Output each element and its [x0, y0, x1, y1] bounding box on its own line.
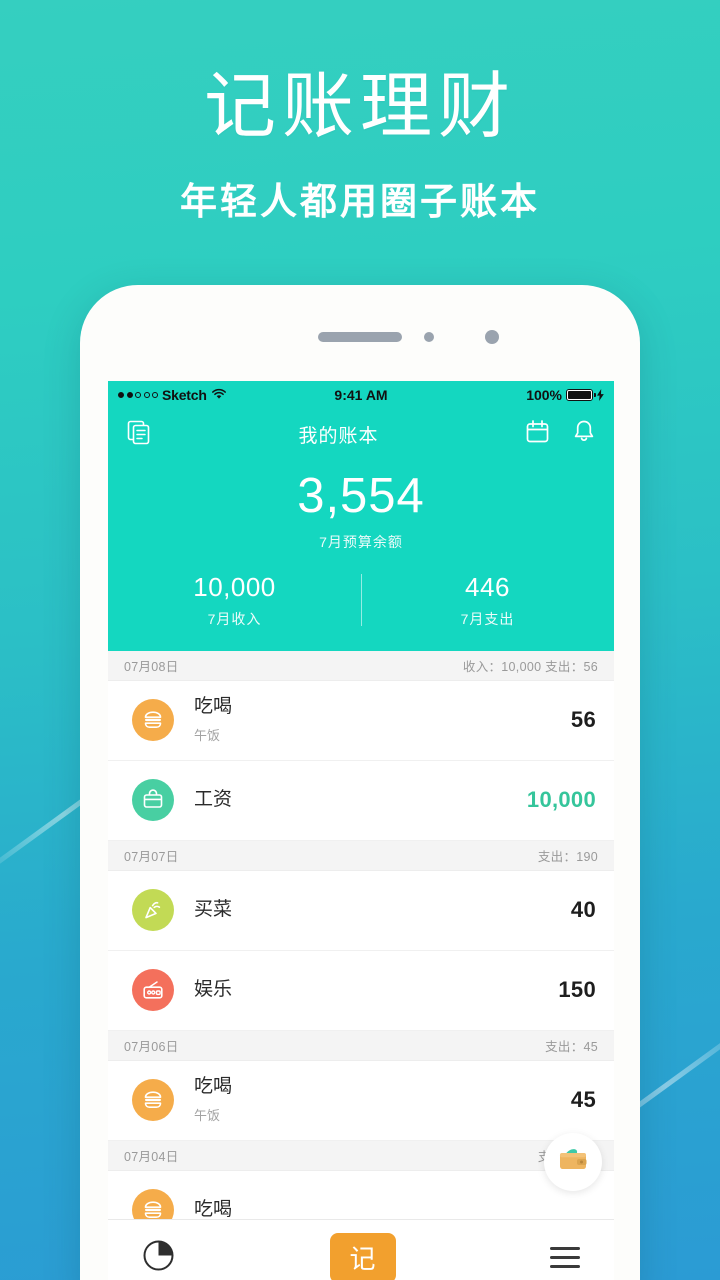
day-date-label: 07月08日 — [124, 659, 179, 674]
bell-icon[interactable] — [572, 419, 596, 449]
income-expense-row: 10,000 7月收入 446 7月支出 — [108, 572, 614, 629]
transaction-list[interactable]: 07月08日 收入：10,000 支出：56 吃喝 午饭 56 工资 10,000 07月07… — [108, 650, 614, 1251]
day-date-label: 07月07日 — [124, 849, 179, 864]
burger-icon — [132, 699, 174, 742]
transaction-row[interactable]: 吃喝 午饭 45 — [108, 1060, 614, 1141]
signal-strength-icon — [118, 391, 158, 398]
day-date-label: 07月04日 — [124, 1149, 179, 1164]
wifi-icon — [211, 387, 227, 403]
transaction-text: 工资 — [174, 789, 527, 812]
transaction-amount: 10,000 — [526, 787, 596, 813]
transaction-amount: 150 — [558, 977, 596, 1003]
transaction-category: 买菜 — [194, 898, 233, 920]
bottom-tab-bar: 记 — [108, 1219, 614, 1280]
transaction-row[interactable]: 吃喝 午饭 56 — [108, 680, 614, 761]
carrier-label: Sketch — [162, 386, 207, 403]
wallet-fab-button[interactable] — [544, 1133, 602, 1191]
day-date-label: 07月06日 — [124, 1039, 179, 1054]
transaction-amount: 45 — [570, 1087, 596, 1113]
transaction-text: 吃喝 午饭 — [174, 696, 571, 744]
transaction-amount: 56 — [570, 707, 596, 733]
calendar-icon[interactable] — [525, 419, 550, 449]
phone-mockup: Sketch 9:41 AM 100% 我的账本 3,554 7月预算余额 10… — [80, 285, 640, 1280]
transaction-note: 午饭 — [194, 728, 221, 744]
transaction-row[interactable]: 娱乐 150 — [108, 950, 614, 1031]
earpiece-speaker — [318, 332, 402, 342]
battery-icon — [566, 388, 596, 401]
status-bar: Sketch 9:41 AM 100% — [108, 381, 614, 408]
record-button-label: 记 — [349, 1244, 376, 1274]
status-bar-right: 100% — [388, 387, 604, 403]
app-nav-bar: 我的账本 — [108, 408, 614, 460]
day-group-header: 07月04日支出：150 — [108, 1140, 614, 1171]
transaction-row[interactable]: 工资 10,000 — [108, 760, 614, 841]
budget-summary-panel: 3,554 7月预算余额 10,000 7月收入 446 7月支出 — [108, 460, 614, 651]
transaction-note: 午饭 — [194, 1108, 221, 1124]
day-totals-label: 收入：10,000 支出：56 — [462, 659, 598, 674]
phone-top-bezel — [80, 285, 640, 381]
income-label: 7月收入 — [207, 610, 262, 627]
transaction-category: 工资 — [194, 788, 233, 810]
hamburger-menu-icon[interactable] — [550, 1247, 580, 1268]
page-title: 我的账本 — [298, 425, 379, 447]
proximity-sensor-icon — [485, 330, 499, 344]
expense-label: 7月支出 — [460, 610, 515, 627]
balance-label: 7月预算余额 — [319, 533, 403, 550]
battery-percent-label: 100% — [526, 386, 563, 403]
transaction-text: 吃喝 午饭 — [174, 1076, 571, 1124]
charging-bolt-icon — [597, 388, 604, 401]
pie-chart-icon[interactable] — [142, 1239, 175, 1277]
status-bar-clock: 9:41 AM — [334, 386, 388, 403]
front-camera-icon — [424, 332, 434, 342]
income-value: 10,000 — [193, 571, 276, 602]
add-record-button[interactable]: 记 — [329, 1232, 396, 1280]
transaction-row[interactable]: 买菜 40 — [108, 870, 614, 951]
promo-subheadline: 年轻人都用圈子账本 — [180, 180, 540, 222]
expense-value: 446 — [465, 571, 510, 602]
wallet-icon — [556, 1145, 590, 1180]
salary-icon — [132, 779, 174, 822]
status-bar-left: Sketch — [118, 387, 334, 403]
transaction-text: 买菜 — [174, 899, 571, 922]
balance-amount: 3,554 — [297, 469, 425, 523]
transaction-text: 娱乐 — [174, 979, 558, 1002]
phone-screen: Sketch 9:41 AM 100% 我的账本 3,554 7月预算余额 10… — [108, 381, 614, 1280]
ledger-icon[interactable] — [126, 419, 152, 450]
day-group-header: 07月08日 收入：10,000 支出：56 — [108, 650, 614, 681]
burger-icon — [132, 1079, 174, 1122]
income-summary[interactable]: 10,000 7月收入 — [108, 572, 361, 629]
day-totals-label: 支出：190 — [537, 849, 598, 864]
transaction-category: 吃喝 — [194, 696, 233, 718]
promo-text-block: 记账理财 年轻人都用圈子账本 — [0, 66, 720, 225]
promo-screenshot: 记账理财 年轻人都用圈子账本 Sketch 9:41 AM 100% 我的账本 … — [0, 0, 720, 1280]
promo-headline: 记账理财 — [203, 67, 516, 147]
transaction-category: 吃喝 — [194, 1076, 233, 1098]
day-totals-label: 支出：45 — [545, 1039, 598, 1054]
radio-icon — [132, 969, 174, 1012]
day-group-header: 07月07日 支出：190 — [108, 840, 614, 871]
nav-actions — [525, 419, 596, 449]
transaction-category: 娱乐 — [194, 978, 233, 1000]
transaction-amount: 40 — [570, 897, 596, 923]
day-group-header: 07月06日 支出：45 — [108, 1030, 614, 1061]
expense-summary[interactable]: 446 7月支出 — [361, 572, 614, 629]
carrot-icon — [132, 889, 174, 932]
